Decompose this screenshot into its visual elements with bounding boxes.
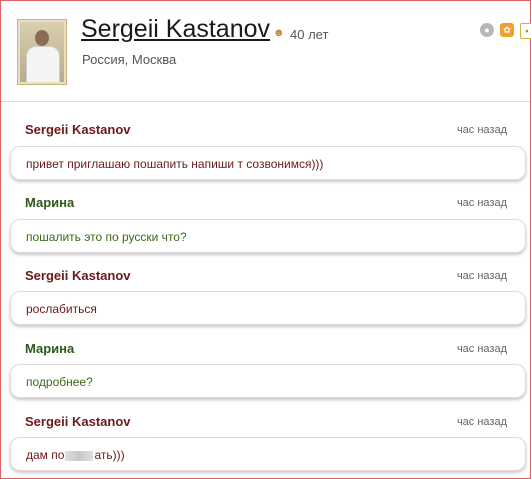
profile-location: Россия, Москва [82, 52, 177, 67]
message-bubble: дам по ать))) [10, 437, 526, 471]
extra-icon[interactable]: ▪ [520, 23, 531, 39]
profile-header: Sergeii Kastanov ☻ 40 лет Россия, Москва… [1, 1, 531, 102]
message-time: час назад [456, 270, 507, 282]
message-author[interactable]: Марина [25, 195, 74, 210]
avatar-body [26, 46, 60, 82]
message-author[interactable]: Sergeii Kastanov [25, 268, 131, 283]
avatar-photo [20, 22, 64, 82]
message-author[interactable]: Марина [25, 341, 74, 356]
message-time: час назад [456, 124, 507, 136]
obscured-text [65, 450, 94, 461]
privacy-icon[interactable]: ● [480, 23, 494, 37]
message-text: привет приглашаю пошапить напиши т созво… [26, 157, 324, 171]
message-text: дам по ать))) [26, 448, 125, 462]
message-bubble: рослабиться [10, 291, 526, 325]
message-author[interactable]: Sergeii Kastanov [25, 122, 131, 137]
message-header: Sergeii Kastanov час назад [25, 414, 507, 432]
message-text: пошалить это по русски что? [26, 230, 187, 244]
message-bubble: подробнее? [10, 364, 526, 398]
message-text: подробнее? [26, 375, 93, 389]
message-bubble: пошалить это по русски что? [10, 219, 526, 253]
profile-name-link[interactable]: Sergeii Kastanov [81, 15, 270, 44]
message-header: Sergeii Kastanov час назад [25, 268, 507, 286]
gift-icon[interactable]: ✿ [500, 23, 514, 37]
message-text-start: дам по [26, 448, 65, 462]
message-header: Sergeii Kastanov час назад [25, 122, 507, 140]
message-thread-frame: Sergeii Kastanov ☻ 40 лет Россия, Москва… [0, 0, 531, 479]
message-header: Марина час назад [25, 195, 507, 213]
avatar-head [35, 30, 49, 46]
message-header: Марина час назад [25, 341, 507, 359]
message-time: час назад [456, 197, 507, 209]
message-time: час назад [456, 343, 507, 355]
message-text-end: ать))) [94, 448, 125, 462]
avatar[interactable] [17, 19, 67, 85]
message-bubble: привет приглашаю пошапить напиши т созво… [10, 146, 526, 180]
message-time: час назад [456, 416, 507, 428]
message-text: рослабиться [26, 302, 97, 316]
age-icon: ☻ [273, 27, 285, 39]
message-author[interactable]: Sergeii Kastanov [25, 414, 131, 429]
profile-age: 40 лет [290, 27, 329, 42]
